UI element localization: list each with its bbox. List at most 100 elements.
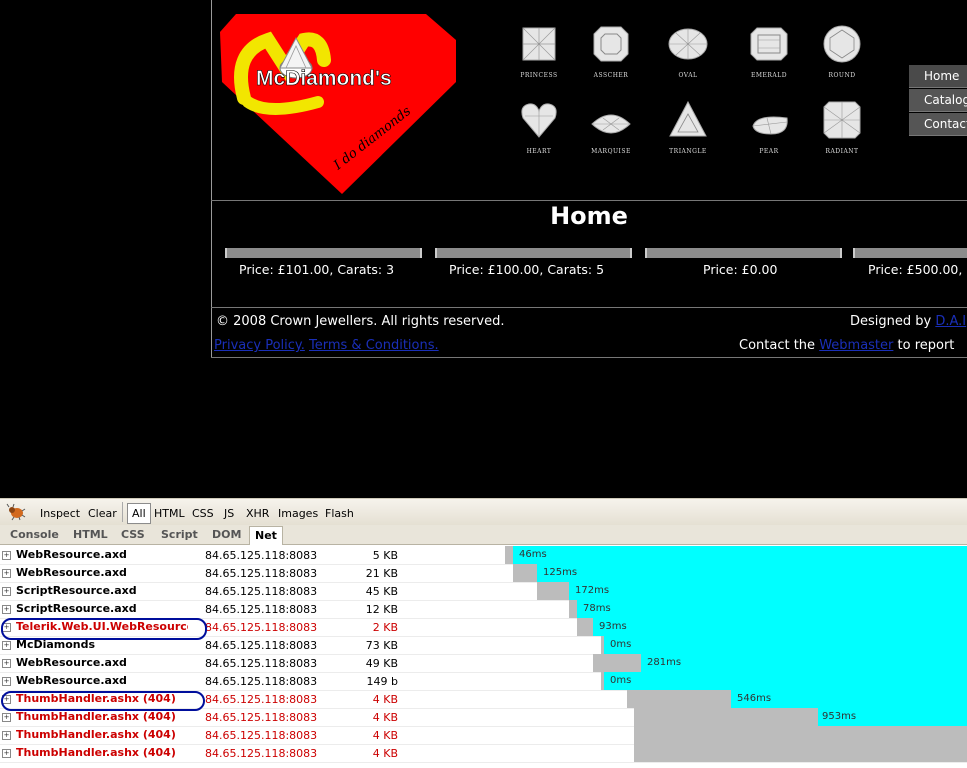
nav-contact[interactable]: Contact [909,113,967,136]
firebug-panel: Inspect Clear All HTML CSS JS XHR Images… [0,498,967,768]
filter-images[interactable]: Images [278,507,318,520]
expand-toggle-icon[interactable]: + [2,659,11,668]
request-url: ThumbHandler.ashx (404) [16,746,176,759]
request-time: 546ms [737,693,772,704]
expand-toggle-icon[interactable]: + [2,569,11,578]
highlight-ring-telerik [1,618,207,640]
expand-toggle-icon[interactable]: + [2,641,11,650]
tab-script[interactable]: Script [161,528,198,541]
net-request-row[interactable]: + WebResource.axd 84.65.125.118:8083 49 KB 2… [0,654,967,673]
mcdiamonds-logo[interactable]: McDiamond's I do diamonds [218,10,460,196]
diamond-triangle[interactable]: TRIANGLE [662,100,714,172]
expand-toggle-icon[interactable]: + [2,551,11,560]
wait-bar [634,726,967,744]
diamond-round[interactable]: ROUND [816,24,868,96]
net-request-row[interactable]: + ThumbHandler.ashx (404) 84.65.125.118:80… [0,726,967,745]
request-time: 0ms [610,639,632,650]
net-request-row[interactable]: + WebResource.axd 84.65.125.118:8083 5 KB 46… [0,546,967,565]
filter-html[interactable]: HTML [154,507,185,520]
triangle-diamond-icon [669,100,707,137]
pear-diamond-icon [752,116,788,135]
request-size: 4 KB [372,747,398,760]
request-time: 172ms [575,585,610,596]
expand-toggle-icon[interactable]: + [2,731,11,740]
request-host: 84.65.125.118:8083 [205,693,318,706]
expand-toggle-icon[interactable]: + [2,605,11,614]
request-time: 93ms [599,621,627,632]
request-url: WebResource.axd [16,674,127,687]
radiant-diamond-icon [823,101,861,139]
request-time: 78ms [583,603,611,614]
filter-js[interactable]: JS [224,507,234,520]
firebug-toolbar: Inspect Clear All HTML CSS JS XHR Images… [0,498,967,527]
filter-flash[interactable]: Flash [325,507,354,520]
product-image-1[interactable] [225,248,422,258]
copyright-text: © 2008 Crown Jewellers. All rights reser… [216,314,505,329]
request-host: 84.65.125.118:8083 [205,675,318,688]
footer-divider [211,307,967,308]
net-request-row[interactable]: + ThumbHandler.ashx (404) 84.65.125.118:80… [0,744,967,763]
tab-css[interactable]: CSS [121,528,145,541]
request-host: 84.65.125.118:8083 [205,585,318,598]
diamond-pear[interactable]: PEAR [743,100,795,172]
diamond-marquise[interactable]: MARQUISE [585,100,637,172]
expand-toggle-icon[interactable]: + [2,749,11,758]
page-left-border [211,0,212,358]
asscher-diamond-icon [593,26,629,62]
expand-toggle-icon[interactable]: + [2,713,11,722]
request-size: 49 KB [365,657,398,670]
receive-bar [569,582,967,600]
header-divider [211,200,967,201]
net-request-row[interactable]: + ScriptResource.axd 84.65.125.118:8083 12 … [0,600,967,619]
expand-toggle-icon[interactable]: + [2,587,11,596]
inspect-button[interactable]: Inspect [40,507,80,520]
net-request-row[interactable]: + ScriptResource.axd 84.65.125.118:8083 45 … [0,582,967,601]
tab-dom[interactable]: DOM [212,528,241,541]
request-url: ThumbHandler.ashx (404) [16,728,176,741]
princess-diamond-icon [522,27,556,61]
tab-html[interactable]: HTML [73,528,108,541]
terms-link[interactable]: Terms & Conditions. [309,338,439,353]
nav-home[interactable]: Home [909,65,967,88]
product-image-3[interactable] [645,248,842,258]
firebug-bug-icon[interactable] [6,503,26,521]
filter-all[interactable]: All [127,503,151,524]
net-request-row[interactable]: + WebResource.axd 84.65.125.118:8083 21 KB 1… [0,564,967,583]
heart-diamond-icon [521,103,557,138]
expand-toggle-icon[interactable]: + [2,677,11,686]
request-time: 0ms [610,675,632,686]
webmaster-link[interactable]: Webmaster [819,338,893,353]
diamond-heart[interactable]: HEART [513,100,565,172]
receive-bar [577,600,967,618]
clear-button[interactable]: Clear [88,507,117,520]
diamond-asscher[interactable]: ASSCHER [585,24,637,96]
request-size: 12 KB [365,603,398,616]
filter-css[interactable]: CSS [192,507,214,520]
filter-xhr[interactable]: XHR [246,507,269,520]
tab-console[interactable]: Console [10,528,59,541]
net-request-row[interactable]: + WebResource.axd 84.65.125.118:8083 149 b 0… [0,672,967,691]
contact-webmaster: Contact the Webmaster to report [739,338,954,353]
designed-by-label: Designed by [850,314,932,329]
nav-catalog[interactable]: Catalog [909,89,967,112]
product-image-2[interactable] [435,248,632,258]
request-time: 46ms [519,549,547,560]
diamond-radiant[interactable]: RADIANT [816,100,868,172]
diamond-emerald[interactable]: EMERALD [743,24,795,96]
privacy-policy-link[interactable]: Privacy Policy. [214,338,305,353]
policy-links: Privacy Policy. Terms & Conditions. [214,338,439,353]
diamond-princess[interactable]: PRINCESS [513,24,565,96]
page-bottom-border [211,357,967,358]
request-host: 84.65.125.118:8083 [205,549,318,562]
tab-net[interactable]: Net [249,526,283,545]
request-size: 45 KB [365,585,398,598]
product-image-4[interactable] [853,248,967,258]
request-size: 21 KB [365,567,398,580]
product-price-3: Price: £0.00 [703,262,778,277]
designer-link[interactable]: D.A.I [935,314,966,329]
oval-diamond-icon [668,28,708,60]
diamond-oval[interactable]: OVAL [662,24,714,96]
request-url: ScriptResource.axd [16,584,137,597]
website-viewport: McDiamond's I do diamonds PRINCESS ASSCH… [0,0,967,498]
request-host: 84.65.125.118:8083 [205,567,318,580]
